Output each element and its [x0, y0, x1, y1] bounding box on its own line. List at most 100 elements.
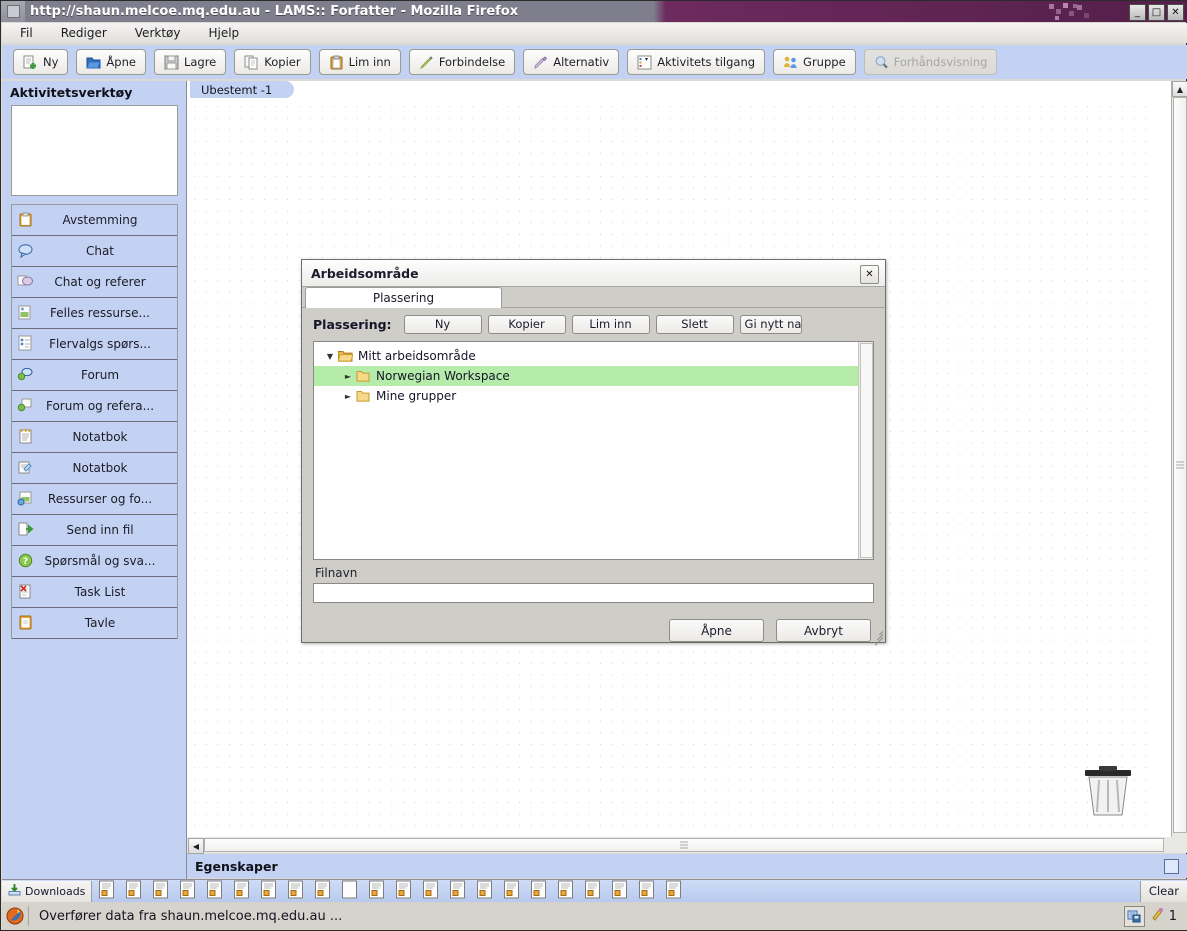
tree-node-mine-grupper[interactable]: ► Mine grupper [322, 386, 873, 406]
workspace-tree-nodes: ▼ Mitt arbeidsområde ► Norwegian Workspa… [314, 342, 873, 406]
firefox-window: http://shaun.melcoe.mq.edu.au - LAMS:: F… [0, 0, 1187, 931]
download-item[interactable] [255, 880, 281, 902]
download-item[interactable] [660, 880, 686, 902]
sidebar-item-chat[interactable]: Chat [12, 236, 177, 267]
sidebar-item-tavle[interactable]: Tavle [12, 608, 177, 639]
window-menu-button[interactable] [1, 1, 25, 22]
toolbar-button-gruppe[interactable]: Gruppe [773, 49, 856, 75]
download-item[interactable] [309, 880, 335, 902]
sidebar-item-label: Tavle [84, 616, 116, 630]
toolbar-button-lagre[interactable]: Lagre [153, 49, 227, 75]
horizontal-scroll-thumb[interactable] [204, 838, 1164, 852]
tree-node-norwegian-workspace[interactable]: ► Norwegian Workspace [314, 366, 858, 386]
sidebar-item-felles-ressurser[interactable]: Felles ressurse... [12, 298, 177, 329]
menu-item-fil[interactable]: Fil [20, 26, 47, 40]
menu-item-verktoy[interactable]: Verktøy [135, 26, 195, 40]
sidebar-item-sporsmal-og-sva[interactable]: ? Spørsmål og sva... [12, 546, 177, 577]
sidebar-item-notatbok-1[interactable]: Notatbok [12, 422, 177, 453]
toolbar-button-apne[interactable]: Åpne [76, 49, 146, 75]
menu-item-rediger[interactable]: Rediger [61, 26, 121, 40]
file-page-icon [179, 880, 196, 902]
toolbar-button-kopier[interactable]: Kopier [234, 49, 311, 75]
dialog-button-gi-nytt-navn[interactable]: Gi nytt na [739, 314, 802, 334]
sidebar-preview-panel [11, 105, 178, 196]
canvas-tab[interactable]: Ubestemt -1 [190, 81, 295, 98]
wand-icon [1151, 907, 1163, 926]
download-item[interactable] [471, 880, 497, 902]
dialog-button-ny[interactable]: Ny [403, 314, 482, 334]
workspace-tree[interactable]: ▼ Mitt arbeidsområde ► Norwegian Workspa… [313, 341, 874, 560]
tree-node-root[interactable]: ▼ Mitt arbeidsområde [322, 346, 873, 366]
toolbar-button-lim-inn[interactable]: Lim inn [318, 49, 401, 75]
download-item[interactable] [417, 880, 443, 902]
toolbar-button-forhandsvisning[interactable]: Forhåndsvisning [863, 49, 998, 75]
sidebar-item-ressurser-og-fo[interactable]: Ressurser og fo... [12, 484, 177, 515]
minimize-button[interactable]: _ [1129, 4, 1146, 21]
sidebar-item-avstemming[interactable]: Avstemming [12, 205, 177, 236]
menu-item-hjelp[interactable]: Hjelp [208, 26, 253, 40]
download-item[interactable] [282, 880, 308, 902]
download-item[interactable] [228, 880, 254, 902]
dialog-tab-plassering[interactable]: Plassering [305, 287, 502, 308]
status-message: Overfører data fra shaun.melcoe.mq.edu.a… [28, 906, 1124, 926]
canvas-horizontal-scrollbar[interactable]: ◀ [187, 837, 1187, 854]
close-button[interactable]: ✕ [1167, 4, 1184, 21]
download-item[interactable] [120, 880, 146, 902]
download-item[interactable] [552, 880, 578, 902]
chevron-right-icon[interactable]: ► [340, 372, 356, 381]
sidebar-item-notatbok-2[interactable]: Notatbok [12, 453, 177, 484]
tree-node-label: Mine grupper [376, 389, 457, 403]
scroll-up-arrow[interactable]: ▲ [1172, 81, 1187, 97]
download-item[interactable] [606, 880, 632, 902]
vertical-scroll-thumb[interactable] [1173, 97, 1187, 833]
downloads-clear-button[interactable]: Clear [1139, 880, 1187, 902]
sidebar-item-forum-og-refera[interactable]: Forum og refera... [12, 391, 177, 422]
filename-input[interactable] [313, 583, 874, 603]
dialog-button-lim-inn[interactable]: Lim inn [571, 314, 650, 334]
download-item[interactable] [93, 880, 119, 902]
download-item[interactable] [174, 880, 200, 902]
main-toolbar: Ny Åpne Lagre Kopier Lim inn Forbindelse… [2, 45, 1187, 79]
dialog-button-slett[interactable]: Slett [655, 314, 734, 334]
toolbar-button-forbindelse[interactable]: Forbindelse [408, 49, 516, 75]
dialog-cancel-button[interactable]: Avbryt [776, 619, 871, 642]
scroll-left-arrow[interactable]: ◀ [188, 838, 204, 854]
toolbar-button-alternativ[interactable]: Alternativ [523, 49, 620, 75]
tree-vertical-scrollbar[interactable] [858, 342, 873, 559]
chevron-right-icon[interactable]: ► [340, 392, 356, 401]
downloads-button[interactable]: Downloads [2, 880, 93, 902]
download-item[interactable] [147, 880, 173, 902]
download-item[interactable] [525, 880, 551, 902]
download-item[interactable] [633, 880, 659, 902]
download-item[interactable] [579, 880, 605, 902]
dialog-open-button[interactable]: Åpne [669, 619, 764, 642]
sidebar-item-forum[interactable]: Forum [12, 360, 177, 391]
pencil-icon [419, 55, 434, 70]
toolbar-button-ny[interactable]: Ny [13, 49, 69, 75]
sidebar-item-label: Forum og refera... [45, 399, 155, 413]
download-item[interactable] [363, 880, 389, 902]
download-item[interactable] [336, 880, 362, 902]
panel-toggle-icon[interactable] [1164, 859, 1179, 874]
maximize-button[interactable]: □ [1148, 4, 1165, 21]
screen-save-icon[interactable] [1123, 905, 1145, 927]
dialog-button-kopier[interactable]: Kopier [487, 314, 566, 334]
sidebar-item-task-list[interactable]: Task List [12, 577, 177, 608]
canvas-vertical-scrollbar[interactable]: ▲ ▼ [1171, 81, 1187, 853]
window-icon [6, 5, 20, 18]
download-item[interactable] [444, 880, 470, 902]
toolbar-label-apne: Åpne [106, 55, 136, 69]
dialog-resize-grip[interactable] [871, 628, 884, 646]
trash-can-icon[interactable] [1079, 764, 1137, 818]
sidebar-item-flervalgs-spors[interactable]: Flervalgs spørs... [12, 329, 177, 360]
chevron-down-icon[interactable]: ▼ [322, 352, 338, 361]
download-item[interactable] [201, 880, 227, 902]
tree-scroll-thumb[interactable] [860, 343, 873, 558]
toolbar-button-aktivitets-tilgang[interactable]: Aktivitets tilgang [627, 49, 766, 75]
download-item[interactable] [498, 880, 524, 902]
download-item[interactable] [390, 880, 416, 902]
task-list-icon [17, 583, 37, 601]
sidebar-item-send-inn-fil[interactable]: Send inn fil [12, 515, 177, 546]
dialog-close-button[interactable]: ✕ [860, 265, 879, 284]
sidebar-item-chat-og-referer[interactable]: Chat og referer [12, 267, 177, 298]
